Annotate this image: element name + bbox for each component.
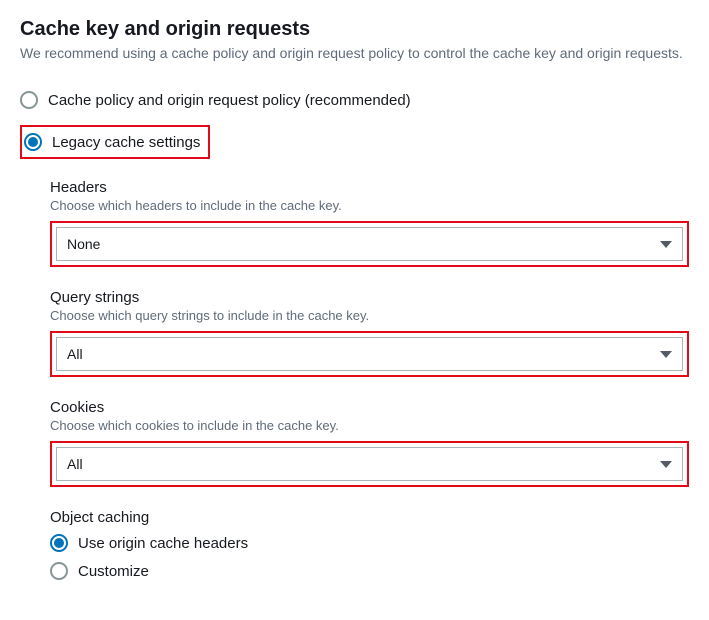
object-caching-group: Object caching Use origin cache headers … (50, 509, 689, 580)
query-strings-dropdown[interactable]: All (56, 337, 683, 371)
radio-dot-icon (28, 137, 38, 147)
headers-dropdown[interactable]: None (56, 227, 683, 261)
radio-label-legacy: Legacy cache settings (52, 134, 200, 151)
section-subtitle: We recommend using a cache policy and or… (20, 45, 689, 61)
cookies-sub: Choose which cookies to include in the c… (50, 418, 689, 433)
radio-unselected-icon (50, 562, 68, 580)
radio-selected-icon (50, 534, 68, 552)
radio-label-customize: Customize (78, 563, 149, 580)
query-strings-group: Query strings Choose which query strings… (50, 289, 689, 377)
chevron-down-icon (660, 461, 672, 468)
radio-unselected-icon (20, 91, 38, 109)
section-title: Cache key and origin requests (20, 18, 689, 41)
chevron-down-icon (660, 241, 672, 248)
cookies-dropdown[interactable]: All (56, 447, 683, 481)
cookies-group: Cookies Choose which cookies to include … (50, 399, 689, 487)
chevron-down-icon (660, 351, 672, 358)
radio-customize[interactable]: Customize (50, 562, 689, 580)
radio-dot-icon (54, 538, 64, 548)
query-strings-label: Query strings (50, 289, 689, 306)
cookies-dropdown-value: All (67, 456, 83, 472)
object-caching-label: Object caching (50, 509, 689, 526)
radio-cache-policy[interactable]: Cache policy and origin request policy (… (20, 89, 689, 111)
headers-sub: Choose which headers to include in the c… (50, 198, 689, 213)
radio-selected-icon (24, 133, 42, 151)
query-strings-dropdown-value: All (67, 346, 83, 362)
cookies-label: Cookies (50, 399, 689, 416)
headers-group: Headers Choose which headers to include … (50, 179, 689, 267)
radio-legacy-cache[interactable]: Legacy cache settings (24, 131, 200, 153)
radio-label-policy: Cache policy and origin request policy (… (48, 92, 411, 109)
radio-use-origin[interactable]: Use origin cache headers (50, 534, 689, 552)
radio-label-use-origin: Use origin cache headers (78, 535, 248, 552)
query-strings-sub: Choose which query strings to include in… (50, 308, 689, 323)
headers-label: Headers (50, 179, 689, 196)
headers-dropdown-value: None (67, 236, 100, 252)
